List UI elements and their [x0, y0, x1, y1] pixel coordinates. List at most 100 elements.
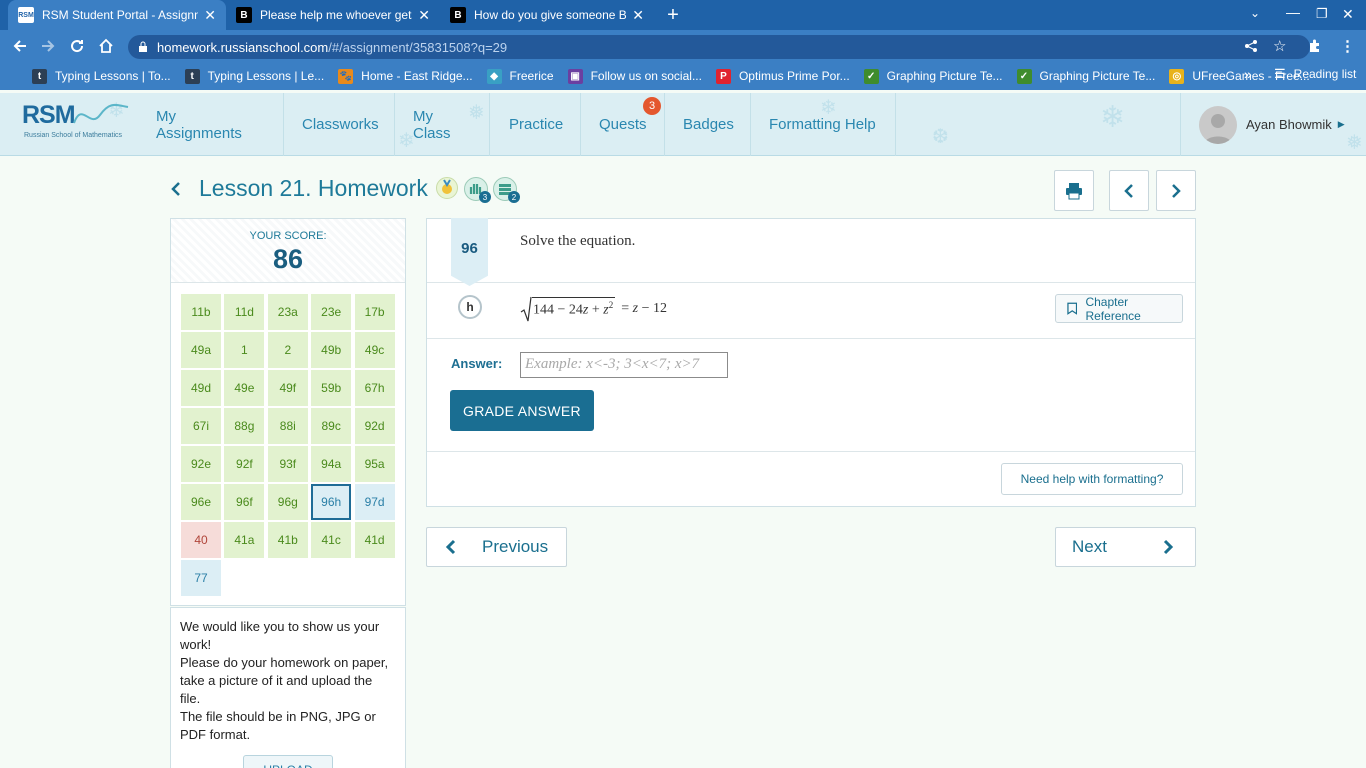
previous-button[interactable]: Previous: [426, 527, 567, 567]
problem-cell[interactable]: 11d: [224, 294, 265, 330]
problem-cell[interactable]: 2: [267, 332, 308, 368]
problem-cell[interactable]: 92d: [354, 408, 395, 444]
browser-tab-rsm[interactable]: RSM RSM Student Portal - Assignments ✕: [8, 0, 226, 30]
reload-icon[interactable]: [62, 30, 92, 62]
problem-cell[interactable]: 49b: [311, 332, 352, 368]
bookmark-item[interactable]: t Typing Lessons | Le...: [184, 68, 324, 84]
browser-menu-icon[interactable]: ⋮: [1340, 37, 1355, 55]
problem-cell[interactable]: 41b: [267, 522, 308, 558]
bookmark-item[interactable]: t Typing Lessons | To...: [32, 68, 171, 84]
problem-cell[interactable]: 93f: [267, 446, 308, 482]
bookmark-item[interactable]: ▣ Follow us on social...: [567, 68, 702, 84]
bookmark-item[interactable]: ◆ Freerice: [486, 68, 554, 84]
problem-cell[interactable]: 77: [181, 560, 221, 596]
problem-cell[interactable]: 23a: [267, 294, 308, 330]
problem-cell[interactable]: 1: [224, 332, 265, 368]
address-bar[interactable]: homework.russianschool.com/#/assignment/…: [128, 35, 1310, 59]
nav-my-class[interactable]: My Class: [413, 93, 490, 156]
problem-cell[interactable]: 49c: [354, 332, 395, 368]
bookmark-item[interactable]: P Optimus Prime Por...: [715, 68, 850, 84]
share-icon[interactable]: [1244, 39, 1258, 56]
problem-cell[interactable]: 23e: [311, 294, 352, 330]
problem-cell[interactable]: 97d: [354, 484, 395, 520]
bookmark-item[interactable]: ✓ Graphing Picture Te...: [863, 68, 1003, 84]
problem-cell[interactable]: 11b: [181, 294, 221, 330]
close-tab-icon[interactable]: ✕: [632, 7, 644, 24]
problem-cell[interactable]: 94a: [311, 446, 352, 482]
problem-cell[interactable]: 41a: [224, 522, 265, 558]
nav-badges[interactable]: Badges: [683, 93, 751, 156]
next-button[interactable]: Next: [1055, 527, 1196, 567]
next-problem-button[interactable]: [1156, 170, 1196, 211]
more-bookmarks-icon[interactable]: »: [1244, 66, 1252, 82]
problem-cell[interactable]: 96f: [224, 484, 265, 520]
print-button[interactable]: [1054, 170, 1094, 211]
problem-cell[interactable]: 88i: [267, 408, 308, 444]
user-menu[interactable]: Ayan Bhowmik ▶: [1180, 93, 1366, 156]
restore-icon[interactable]: ❐: [1316, 6, 1328, 22]
problem-cell[interactable]: 40: [181, 522, 221, 558]
url-path: /#/assignment/35831508?q=29: [328, 39, 508, 55]
close-tab-icon[interactable]: ✕: [204, 7, 216, 24]
close-window-icon[interactable]: ✕: [1342, 6, 1354, 23]
bookmark-item[interactable]: 🐾 Home - East Ridge...: [338, 68, 473, 84]
answer-input[interactable]: Example: x<-3; 3<x<7; x>7: [520, 352, 728, 378]
problem-cell[interactable]: 89c: [311, 408, 352, 444]
reading-list-button[interactable]: ☰ Reading list: [1274, 66, 1356, 82]
upload-work-panel: We would like you to show us your work! …: [170, 607, 406, 768]
problem-cell[interactable]: 49a: [181, 332, 221, 368]
problem-cell[interactable]: 41d: [354, 522, 395, 558]
chevron-right-icon: [1172, 183, 1181, 198]
problem-cell[interactable]: 92e: [181, 446, 221, 482]
problem-cell[interactable]: 96e: [181, 484, 221, 520]
problem-cell[interactable]: 96h: [311, 484, 352, 520]
problem-cell[interactable]: 49f: [267, 370, 308, 406]
extensions-icon[interactable]: [1308, 38, 1323, 56]
new-tab-icon[interactable]: +: [662, 4, 684, 26]
problem-cell[interactable]: 67i: [181, 408, 221, 444]
tab-search-icon[interactable]: ⌄: [1250, 6, 1260, 20]
problem-cell[interactable]: 95a: [354, 446, 395, 482]
chapter-reference-button[interactable]: Chapter Reference: [1055, 294, 1183, 323]
back-icon[interactable]: [5, 30, 35, 62]
nav-my-assignments[interactable]: My Assignments: [156, 93, 284, 156]
problem-cell[interactable]: 49d: [181, 370, 221, 406]
chevron-right-icon: ▶: [1337, 119, 1345, 129]
bookmark-star-icon[interactable]: ☆: [1273, 37, 1286, 55]
formatting-help-button[interactable]: Need help with formatting?: [1001, 463, 1183, 495]
problem-cell[interactable]: 92f: [224, 446, 265, 482]
problem-cell[interactable]: 88g: [224, 408, 265, 444]
site-info-icon[interactable]: [137, 41, 149, 56]
minimize-icon[interactable]: —: [1286, 4, 1300, 20]
problem-number-ribbon: 96: [451, 218, 488, 286]
problem-cell[interactable]: 49e: [224, 370, 265, 406]
previous-problem-button[interactable]: [1109, 170, 1149, 211]
nav-practice[interactable]: Practice: [509, 93, 581, 156]
nav-label: Practice: [509, 116, 564, 133]
rsm-logo[interactable]: RSM Russian School of Mathematics: [22, 99, 130, 143]
back-to-lessons-icon[interactable]: [170, 180, 182, 201]
nav-formatting-help[interactable]: Formatting Help: [769, 93, 896, 156]
nav-label: Formatting Help: [769, 116, 876, 133]
close-tab-icon[interactable]: ✕: [418, 7, 430, 24]
url-host: homework.russianschool.com: [157, 39, 329, 55]
bookmark-label: Optimus Prime Por...: [738, 69, 850, 83]
problem-cell[interactable]: 96g: [267, 484, 308, 520]
browser-tab-brainly-1[interactable]: B Please help me whoever gets the ✕: [226, 0, 440, 30]
freerice-icon: ◆: [486, 68, 502, 84]
problem-cell[interactable]: 17b: [354, 294, 395, 330]
nav-classworks[interactable]: Classworks: [302, 93, 395, 156]
problem-cell[interactable]: 59b: [311, 370, 352, 406]
tab-title: How do you give someone Brainliest: [474, 8, 627, 22]
nav-label: Quests: [599, 116, 647, 133]
logo-subtitle: Russian School of Mathematics: [24, 132, 123, 139]
grade-answer-button[interactable]: GRADE ANSWER: [450, 390, 594, 431]
chevron-left-icon: [445, 539, 456, 555]
upload-button[interactable]: UPLOAD: [243, 755, 333, 768]
problem-cell[interactable]: 41c: [311, 522, 352, 558]
browser-tab-brainly-2[interactable]: B How do you give someone Brainliest ✕: [440, 0, 654, 30]
bookmark-item[interactable]: ✓ Graphing Picture Te...: [1016, 68, 1155, 84]
forward-icon[interactable]: [33, 30, 63, 62]
home-icon[interactable]: [91, 30, 121, 62]
problem-cell[interactable]: 67h: [354, 370, 395, 406]
